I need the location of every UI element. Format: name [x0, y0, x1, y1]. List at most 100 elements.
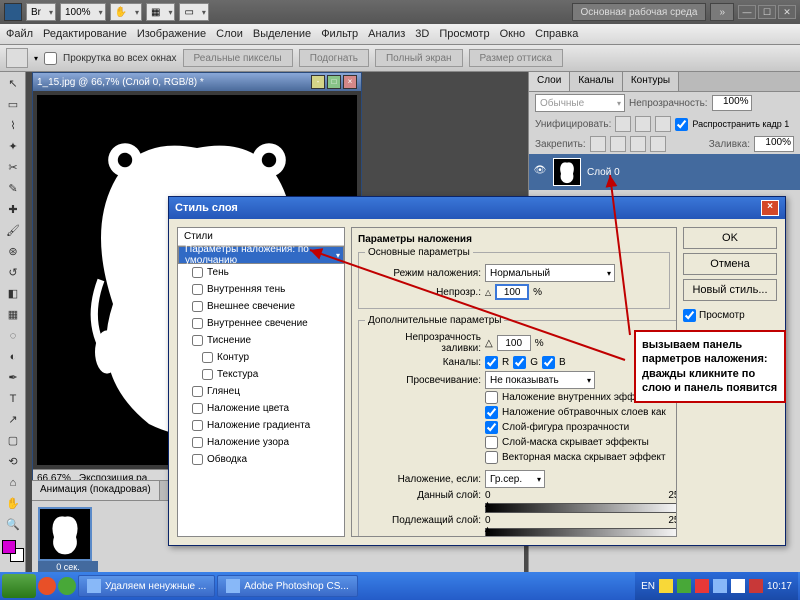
eraser-tool[interactable]: ◧ [2, 284, 24, 304]
tool-preset-icon[interactable] [6, 48, 28, 68]
document-titlebar[interactable]: 1_15.jpg @ 66,7% (Слой 0, RGB/8) * - □ × [33, 73, 361, 91]
quicklaunch-opera[interactable] [38, 577, 56, 595]
menu-edit[interactable]: Редактирование [43, 28, 127, 40]
cancel-button[interactable]: Отмена [683, 253, 777, 275]
unify-btn1[interactable] [615, 116, 631, 132]
lock-trans[interactable] [590, 136, 606, 152]
lock-pos[interactable] [630, 136, 646, 152]
style-checkbox[interactable] [192, 301, 203, 312]
blend-mode-select-dlg[interactable]: Нормальный [485, 264, 615, 282]
chevron-down-icon[interactable]: ▾ [34, 54, 38, 63]
this-layer-slider[interactable]: ▲▲ [485, 503, 677, 513]
print-size-button[interactable]: Размер оттиска [469, 49, 563, 67]
style-item-9[interactable]: Наложение цвета [178, 400, 344, 417]
type-tool[interactable]: T [2, 389, 24, 409]
bridge-dropdown[interactable]: Br [26, 3, 56, 21]
crop-tool[interactable]: ✂ [2, 158, 24, 178]
eyedropper-tool[interactable]: ✎ [2, 179, 24, 199]
dodge-tool[interactable]: ◐ [2, 347, 24, 367]
close-button[interactable]: ✕ [778, 5, 796, 19]
menu-view[interactable]: Просмотр [439, 28, 489, 40]
fit-screen-button[interactable]: Подогнать [299, 49, 369, 67]
lang-indicator[interactable]: EN [641, 581, 655, 592]
history-brush-tool[interactable]: ↺ [2, 263, 24, 283]
cb-clip-layers[interactable] [485, 406, 498, 419]
wand-tool[interactable]: ✦ [2, 137, 24, 157]
task-1[interactable]: Удаляем ненужные ... [78, 575, 215, 597]
marquee-tool[interactable]: ▭ [2, 95, 24, 115]
doc-minimize[interactable]: - [311, 75, 325, 89]
under-layer-slider[interactable]: ▲▲ [485, 528, 677, 537]
shape-tool[interactable]: ▢ [2, 431, 24, 451]
cb-vector-mask[interactable] [485, 451, 498, 464]
menu-select[interactable]: Выделение [253, 28, 311, 40]
style-checkbox[interactable] [192, 420, 203, 431]
style-item-12[interactable]: Обводка [178, 451, 344, 468]
pen-tool[interactable]: ✒ [2, 368, 24, 388]
fg-color[interactable] [2, 540, 16, 554]
knockout-select[interactable]: Не показывать [485, 371, 595, 389]
hand-dropdown[interactable]: ✋ [110, 3, 142, 21]
cb-layer-mask[interactable] [485, 436, 498, 449]
menu-help[interactable]: Справка [535, 28, 578, 40]
layer-row[interactable]: 👁 Слой 0 [529, 154, 800, 190]
style-checkbox[interactable] [192, 267, 203, 278]
style-item-8[interactable]: Глянец [178, 383, 344, 400]
blur-tool[interactable]: ◌ [2, 326, 24, 346]
workspace-button[interactable]: Основная рабочая среда [572, 3, 707, 21]
opacity-input-dlg[interactable]: 100 [495, 284, 529, 300]
style-item-7[interactable]: Текстура [178, 366, 344, 383]
fill-input[interactable]: 100% [754, 136, 794, 152]
preview-checkbox[interactable] [683, 309, 696, 322]
screen-dropdown[interactable]: ▭ [179, 3, 208, 21]
doc-maximize[interactable]: □ [327, 75, 341, 89]
channel-b[interactable] [542, 356, 555, 369]
scroll-all-checkbox[interactable] [44, 52, 57, 65]
brush-tool[interactable]: 🖌 [2, 221, 24, 241]
gradient-tool[interactable]: ▦ [2, 305, 24, 325]
view-dropdown[interactable]: ▦ [146, 3, 175, 21]
visibility-icon[interactable]: 👁 [533, 165, 547, 179]
color-swatches[interactable] [2, 540, 24, 564]
tray-icon[interactable] [713, 579, 727, 593]
style-checkbox[interactable] [192, 403, 203, 414]
menu-analysis[interactable]: Анализ [368, 28, 405, 40]
path-tool[interactable]: ↗ [2, 410, 24, 430]
frame-thumb[interactable] [38, 507, 92, 561]
tray-icon[interactable] [731, 579, 745, 593]
3d-tool[interactable]: ⟲ [2, 452, 24, 472]
blendif-select[interactable]: Гр.сер. [485, 470, 545, 488]
opacity-input[interactable]: 100% [712, 95, 752, 111]
style-checkbox[interactable] [192, 454, 203, 465]
style-item-3[interactable]: Внешнее свечение [178, 298, 344, 315]
style-checkbox[interactable] [192, 335, 203, 346]
cb-inner-effects[interactable] [485, 391, 498, 404]
unify-btn3[interactable] [655, 116, 671, 132]
propagate-checkbox[interactable] [675, 118, 688, 131]
tray-icon[interactable] [695, 579, 709, 593]
zoom-tool[interactable]: 🔍 [2, 515, 24, 535]
zoom-dropdown[interactable]: 100% [60, 3, 106, 21]
task-2[interactable]: Adobe Photoshop CS... [217, 575, 358, 597]
style-checkbox[interactable] [202, 369, 213, 380]
style-checkbox[interactable] [192, 318, 203, 329]
heal-tool[interactable]: ✚ [2, 200, 24, 220]
menu-file[interactable]: Файл [6, 28, 33, 40]
style-item-2[interactable]: Внутренняя тень [178, 281, 344, 298]
layers-tab[interactable]: Слои [529, 72, 570, 91]
workspace-more[interactable]: » [710, 3, 734, 21]
blend-mode-select[interactable]: Обычные [535, 94, 625, 112]
animation-tab[interactable]: Анимация (покадровая) [32, 481, 160, 500]
quicklaunch-utorrent[interactable] [58, 577, 76, 595]
ok-button[interactable]: OK [683, 227, 777, 249]
minimize-button[interactable]: — [738, 5, 756, 19]
clock[interactable]: 10:17 [767, 581, 792, 592]
new-style-button[interactable]: Новый стиль... [683, 279, 777, 301]
style-checkbox[interactable] [192, 437, 203, 448]
paths-tab[interactable]: Контуры [623, 72, 679, 91]
channels-tab[interactable]: Каналы [570, 72, 623, 91]
doc-close[interactable]: × [343, 75, 357, 89]
style-checkbox[interactable] [192, 386, 203, 397]
lock-pixels[interactable] [610, 136, 626, 152]
style-checkbox[interactable] [202, 352, 213, 363]
